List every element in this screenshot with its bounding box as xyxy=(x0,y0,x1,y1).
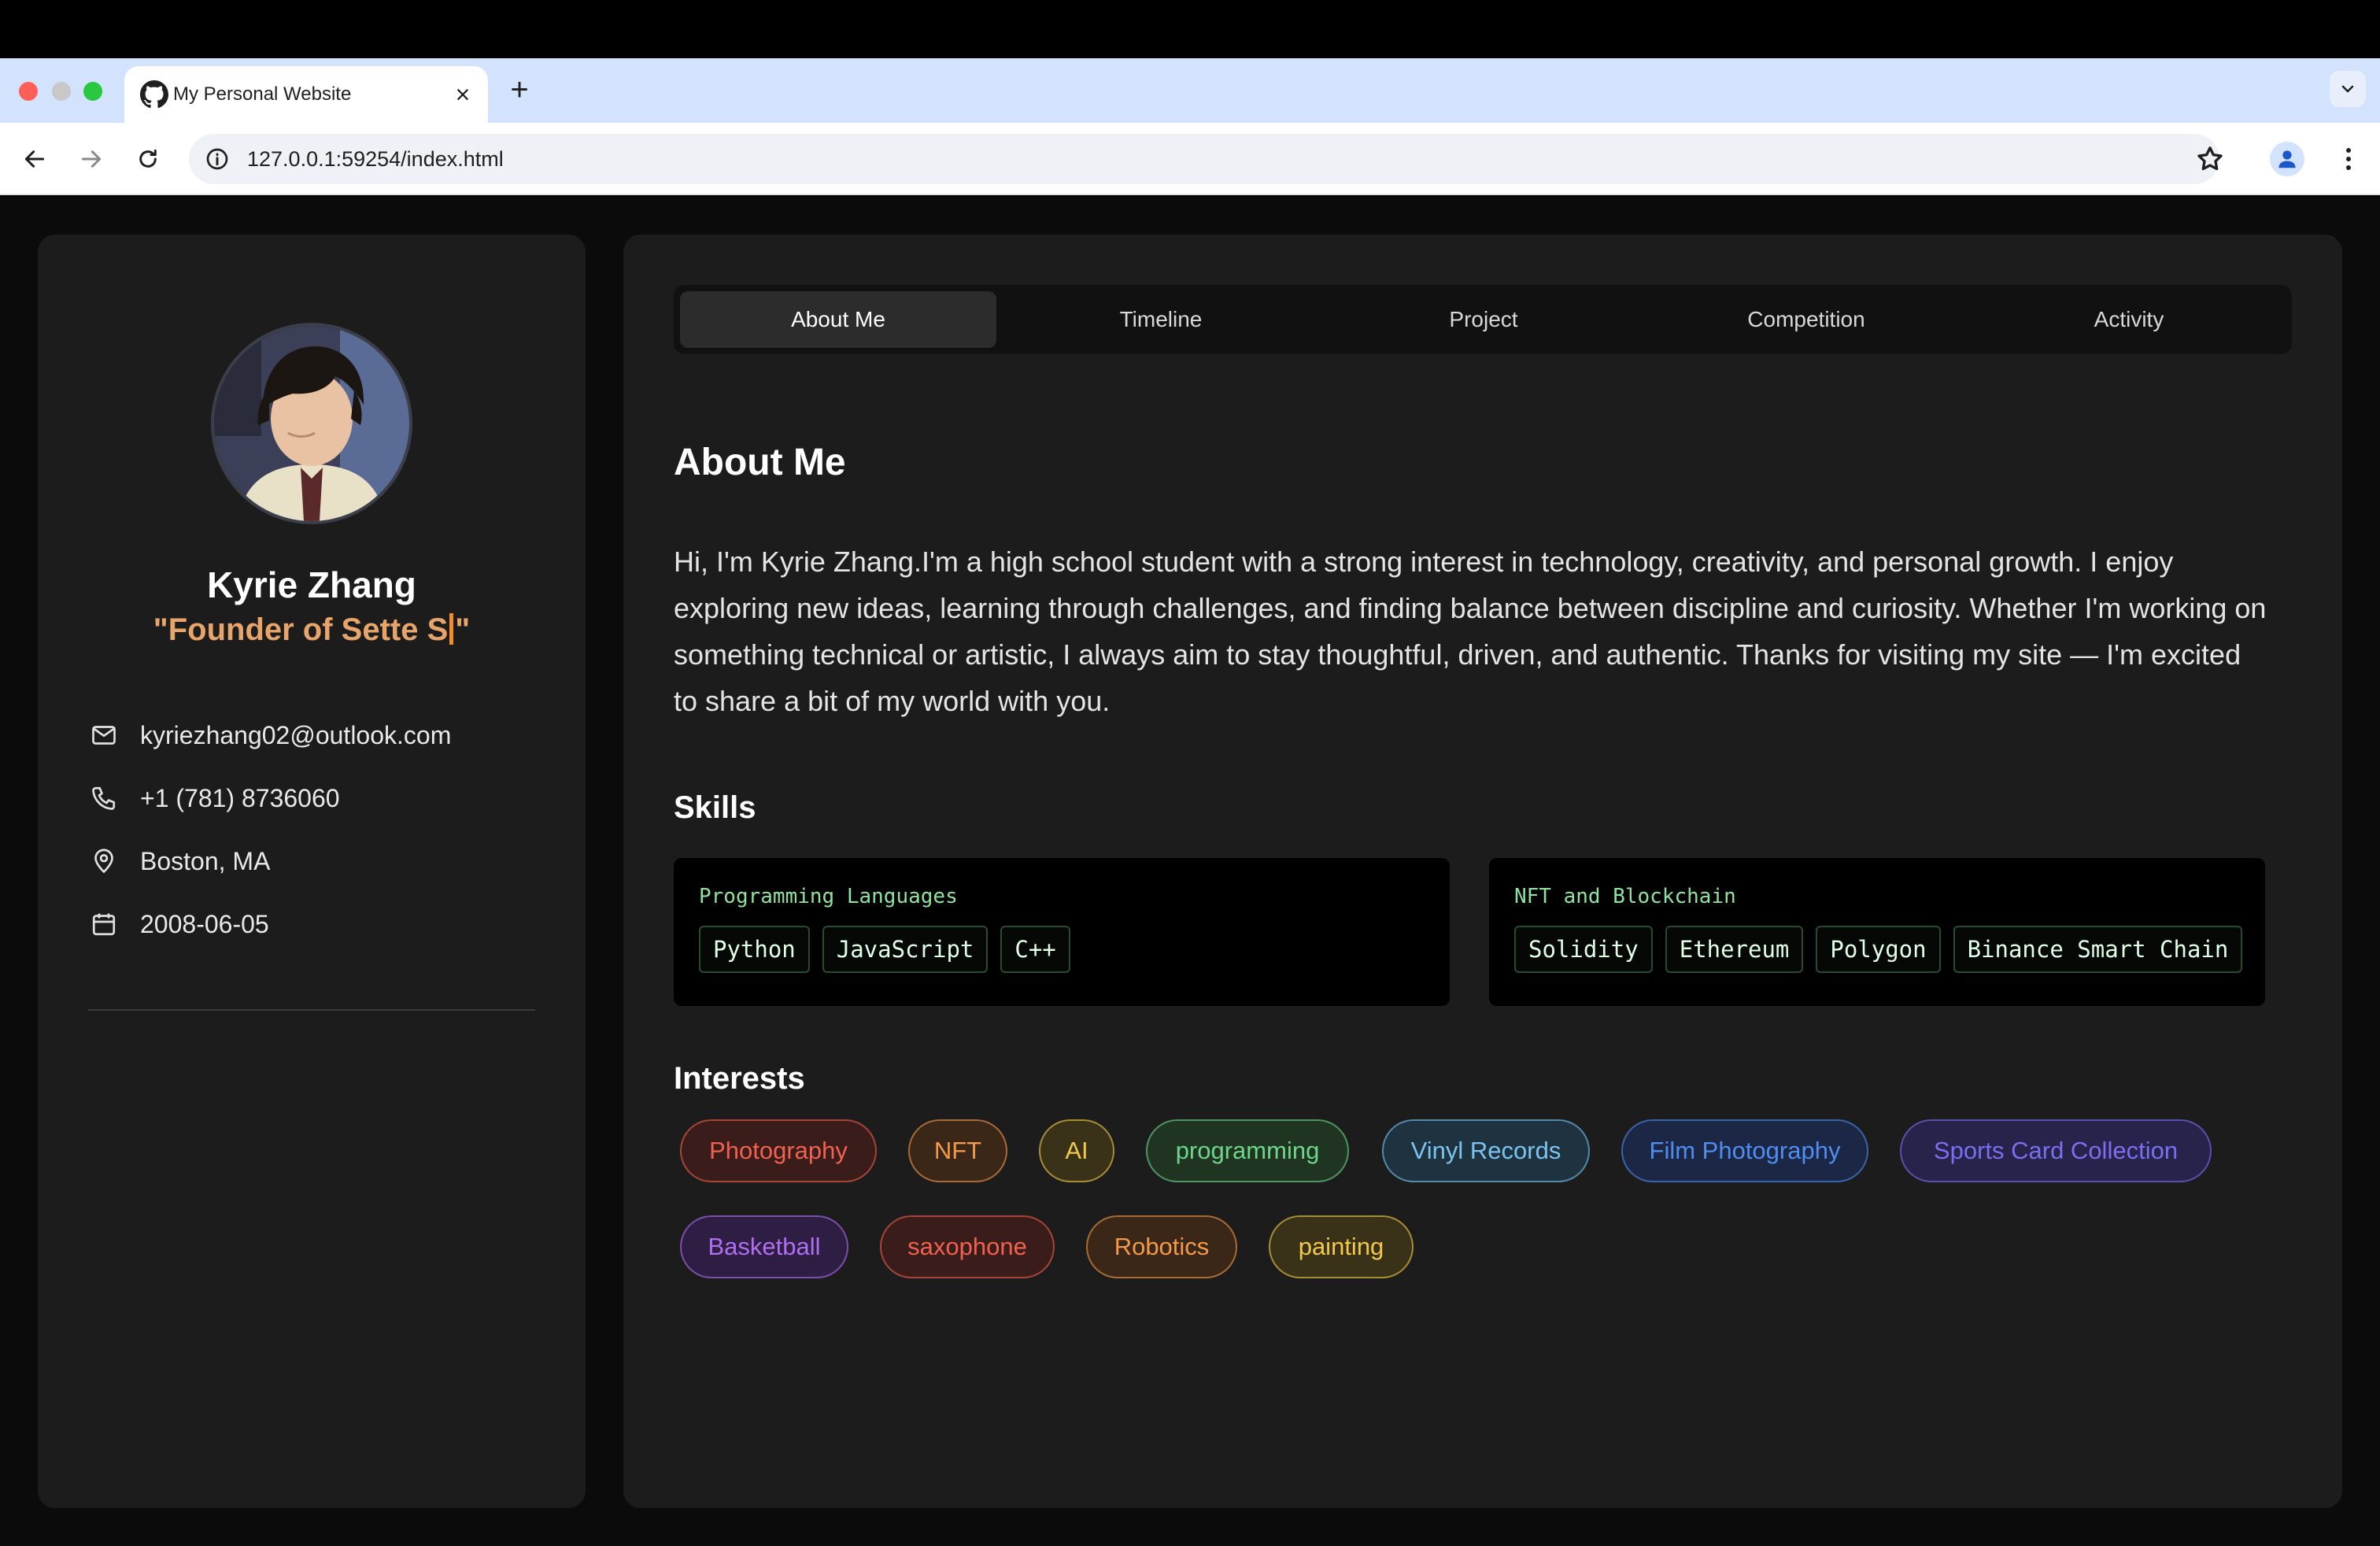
tab-project[interactable]: Project xyxy=(1325,291,1642,348)
interest-pill: Basketball xyxy=(680,1215,848,1278)
map-pin-icon xyxy=(88,845,120,877)
skill-group-title: NFT and Blockchain xyxy=(1514,885,1736,908)
contact-phone: +1 (781) 8736060 xyxy=(88,775,576,822)
window-minimize-button[interactable] xyxy=(52,82,71,101)
skill-chip-list: Python JavaScript C++ xyxy=(699,926,1070,973)
skill-chip: Solidity xyxy=(1514,926,1653,973)
back-button[interactable] xyxy=(19,143,50,175)
about-paragraph: Hi, I'm Kyrie Zhang.I'm a high school st… xyxy=(674,546,2267,717)
skill-group-title: Programming Languages xyxy=(699,885,958,908)
skill-group-programming: Programming Languages Python JavaScript … xyxy=(674,858,1450,1006)
birthdate-text: 2008-06-05 xyxy=(140,909,269,938)
skill-chip: Ethereum xyxy=(1665,926,1804,973)
tab-about-me[interactable]: About Me xyxy=(680,291,996,348)
tab-search-button[interactable] xyxy=(2330,71,2366,107)
reload-icon xyxy=(139,149,157,168)
profile-subtitle: "Founder of Sette S " xyxy=(38,612,586,648)
profile-name: Kyrie Zhang xyxy=(207,564,416,605)
skill-chip: Python xyxy=(699,926,810,973)
more-menu-button[interactable] xyxy=(2333,143,2364,175)
interest-pill: Photography xyxy=(680,1119,877,1182)
skill-chip: Binance Smart Chain xyxy=(1953,926,2243,973)
email-text: kyriezhang02@outlook.com xyxy=(140,720,452,749)
forward-button[interactable] xyxy=(76,143,107,175)
tab-activity[interactable]: Activity xyxy=(1971,291,2287,348)
section-tabs: About Me Timeline Project Competition Ac… xyxy=(674,285,2292,354)
tab-close-icon[interactable]: × xyxy=(449,80,477,109)
main-content: About Me Timeline Project Competition Ac… xyxy=(623,235,2342,1508)
interests-heading: Interests xyxy=(674,1061,805,1096)
interest-pill: Vinyl Records xyxy=(1382,1119,1590,1182)
screen-top-bar xyxy=(0,0,2380,58)
skill-chip: JavaScript xyxy=(822,926,989,973)
tab-title: My Personal Website xyxy=(173,83,352,105)
interest-pill: saxophone xyxy=(880,1215,1055,1278)
mail-icon xyxy=(88,719,120,751)
skill-chip: C++ xyxy=(1000,926,1070,973)
skill-chip-list: Solidity Ethereum Polygon Binance Smart … xyxy=(1514,926,2243,973)
profile-photo xyxy=(214,326,409,521)
interest-pill: NFT xyxy=(908,1119,1007,1182)
skill-chip: Polygon xyxy=(1816,926,1941,973)
window-zoom-button[interactable] xyxy=(83,82,102,101)
arrow-left-icon xyxy=(24,150,45,168)
skill-group-blockchain: NFT and Blockchain Solidity Ethereum Pol… xyxy=(1489,858,2265,1006)
about-heading: About Me xyxy=(674,442,846,483)
tab-timeline[interactable]: Timeline xyxy=(1003,291,1319,348)
reload-button[interactable] xyxy=(132,143,164,175)
interest-pill: painting xyxy=(1269,1215,1414,1278)
contact-birthdate: 2008-06-05 xyxy=(88,901,576,948)
browser-tab[interactable]: My Personal Website × xyxy=(124,66,488,123)
phone-text: +1 (781) 8736060 xyxy=(140,783,340,812)
new-tab-button[interactable]: + xyxy=(504,74,535,105)
subtitle-quote: " xyxy=(455,612,471,647)
calendar-icon xyxy=(88,908,120,940)
window-close-button[interactable] xyxy=(19,82,38,101)
avatar xyxy=(211,323,412,524)
info-icon[interactable] xyxy=(205,146,230,172)
typing-caret xyxy=(449,613,454,645)
contact-location: Boston, MA xyxy=(88,838,576,885)
interest-pill: Robotics xyxy=(1086,1215,1237,1278)
interest-pill: programming xyxy=(1146,1119,1349,1182)
phone-icon xyxy=(88,782,120,814)
profile-button[interactable] xyxy=(2270,142,2304,176)
contact-email: kyriezhang02@outlook.com xyxy=(88,712,576,759)
arrow-right-icon xyxy=(81,150,102,168)
skills-heading: Skills xyxy=(674,790,756,825)
person-icon xyxy=(2278,150,2296,168)
interest-pill: Film Photography xyxy=(1621,1119,1868,1182)
tab-competition[interactable]: Competition xyxy=(1648,291,1964,348)
chevron-down-icon xyxy=(2341,85,2354,93)
address-url[interactable]: 127.0.0.1:59254/index.html xyxy=(247,134,504,184)
sidebar-divider xyxy=(88,1009,535,1011)
subtitle-text: "Founder of Sette S xyxy=(153,612,449,647)
page-background: Kyrie Zhang "Founder of Sette S " kyriezh… xyxy=(0,197,2380,1546)
interest-pill: AI xyxy=(1039,1119,1114,1182)
github-icon xyxy=(140,80,168,109)
location-text: Boston, MA xyxy=(140,846,271,875)
profile-sidebar: Kyrie Zhang "Founder of Sette S " kyriezh… xyxy=(38,235,586,1508)
interest-pill: Sports Card Collection xyxy=(1900,1119,2212,1182)
bookmark-star-icon[interactable] xyxy=(2194,143,2226,175)
